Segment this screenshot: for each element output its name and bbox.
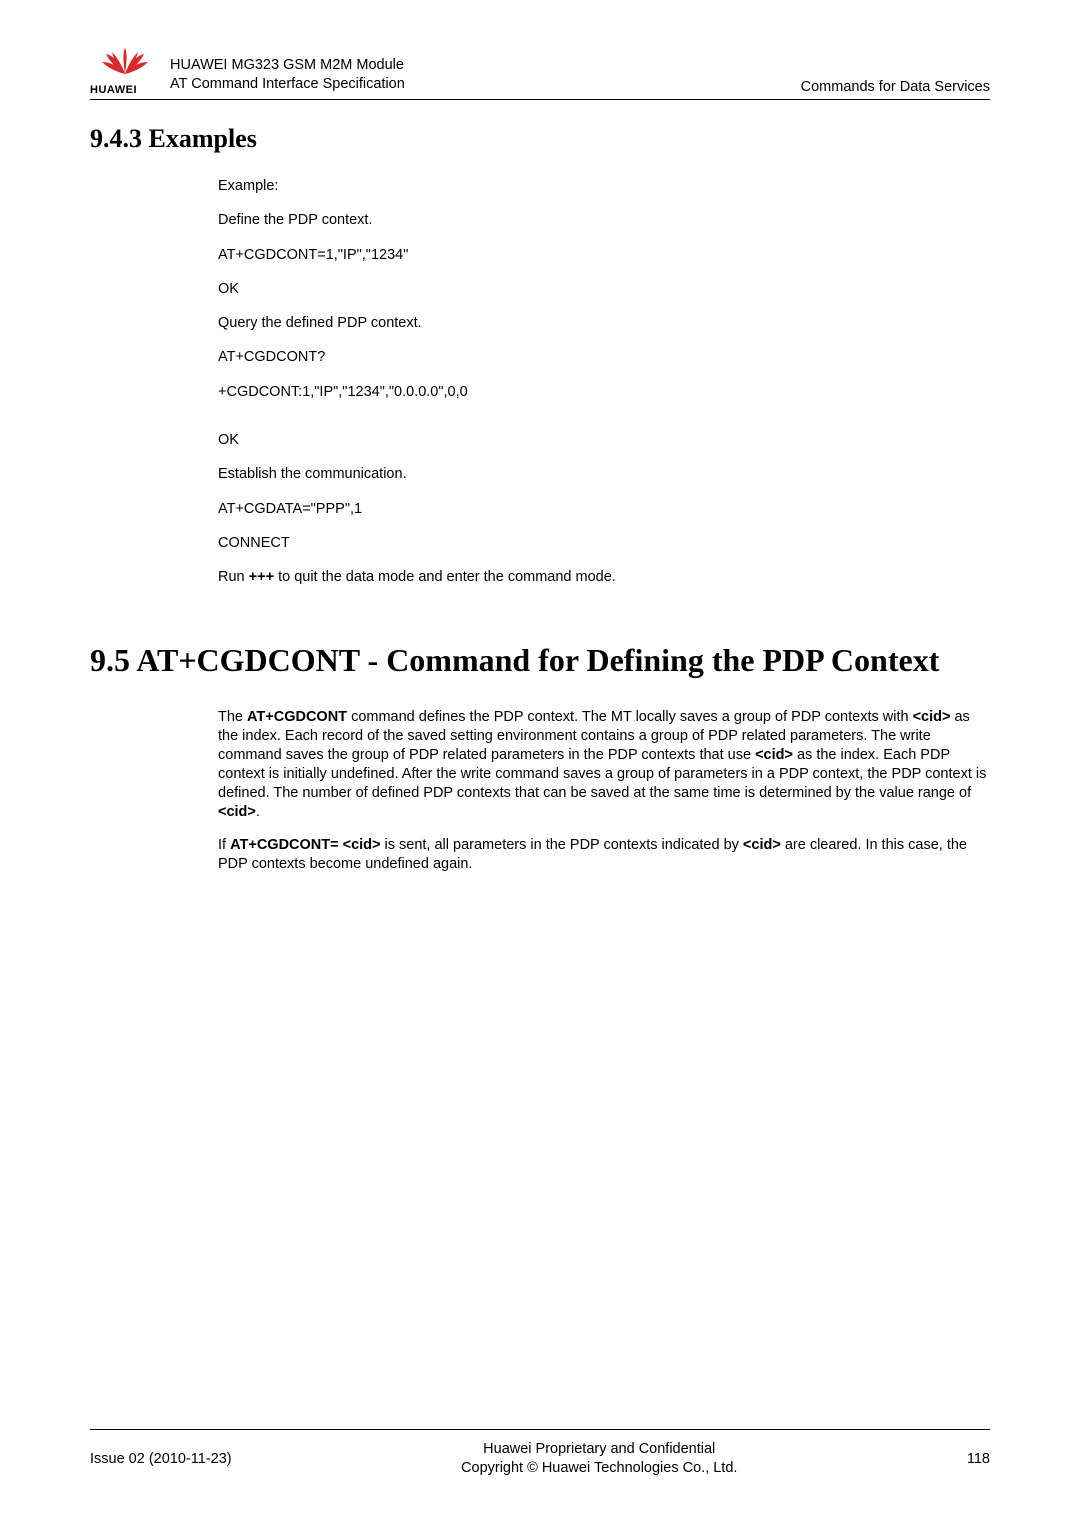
section-95-heading: 9.5 AT+CGDCONT - Command for Defining th… bbox=[90, 640, 990, 680]
doc-title-line2: AT Command Interface Specification bbox=[170, 75, 405, 95]
example-line: OK bbox=[218, 430, 990, 450]
footer-proprietary: Huawei Proprietary and Confidential bbox=[461, 1440, 737, 1460]
example-line: AT+CGDCONT=1,"IP","1234" bbox=[218, 245, 990, 265]
section-95-body: The AT+CGDCONT command defines the PDP c… bbox=[218, 708, 990, 875]
header-left: HUAWEI HUAWEI MG323 GSM M2M Module AT Co… bbox=[90, 48, 405, 96]
example-line: Query the defined PDP context. bbox=[218, 313, 990, 333]
doc-title-line1: HUAWEI MG323 GSM M2M Module bbox=[170, 56, 405, 76]
footer-center: Huawei Proprietary and Confidential Copy… bbox=[461, 1440, 737, 1479]
example-line: Example: bbox=[218, 176, 990, 196]
example-line: AT+CGDCONT? bbox=[218, 347, 990, 367]
footer-issue: Issue 02 (2010-11-23) bbox=[90, 1451, 232, 1467]
command-example: AT+CGDCONT= <cid> bbox=[230, 837, 380, 853]
header-titles: HUAWEI MG323 GSM M2M Module AT Command I… bbox=[170, 56, 405, 96]
header-section-name: Commands for Data Services bbox=[801, 79, 990, 96]
section-943-heading: 9.4.3 Examples bbox=[90, 124, 990, 154]
param-cid: <cid> bbox=[913, 709, 951, 725]
param-cid: <cid> bbox=[743, 837, 781, 853]
example-line: CONNECT bbox=[218, 533, 990, 553]
footer-copyright: Copyright © Huawei Technologies Co., Ltd… bbox=[461, 1459, 737, 1479]
example-line: Define the PDP context. bbox=[218, 210, 990, 230]
example-line: Run +++ to quit the data mode and enter … bbox=[218, 567, 990, 587]
example-line: AT+CGDATA="PPP",1 bbox=[218, 499, 990, 519]
param-cid: <cid> bbox=[218, 804, 256, 820]
huawei-petals-icon bbox=[100, 48, 150, 76]
example-line: OK bbox=[218, 279, 990, 299]
plus-plus-plus: +++ bbox=[249, 569, 274, 585]
example-line: +CGDCONT:1,"IP","1234","0.0.0.0",0,0 bbox=[218, 382, 990, 402]
text-fragment: is sent, all parameters in the PDP conte… bbox=[381, 837, 743, 853]
text-fragment: The bbox=[218, 709, 247, 725]
huawei-logo: HUAWEI bbox=[90, 48, 160, 96]
paragraph-1: The AT+CGDCONT command defines the PDP c… bbox=[218, 708, 990, 823]
text-fragment: to quit the data mode and enter the comm… bbox=[274, 569, 616, 585]
text-fragment: If bbox=[218, 837, 230, 853]
text-fragment: command defines the PDP context. The MT … bbox=[347, 709, 913, 725]
page-footer: Issue 02 (2010-11-23) Huawei Proprietary… bbox=[90, 1429, 990, 1479]
footer-page-number: 118 bbox=[967, 1451, 990, 1467]
example-line: Establish the communication. bbox=[218, 464, 990, 484]
text-fragment: Run bbox=[218, 569, 249, 585]
command-name: AT+CGDCONT bbox=[247, 709, 347, 725]
page-header: HUAWEI HUAWEI MG323 GSM M2M Module AT Co… bbox=[90, 48, 990, 100]
example-block: Example: Define the PDP context. AT+CGDC… bbox=[218, 176, 990, 588]
param-cid: <cid> bbox=[755, 747, 793, 763]
logo-text: HUAWEI bbox=[90, 84, 137, 96]
text-fragment: . bbox=[256, 804, 260, 820]
blank-line bbox=[218, 416, 990, 430]
paragraph-2: If AT+CGDCONT= <cid> is sent, all parame… bbox=[218, 836, 990, 874]
